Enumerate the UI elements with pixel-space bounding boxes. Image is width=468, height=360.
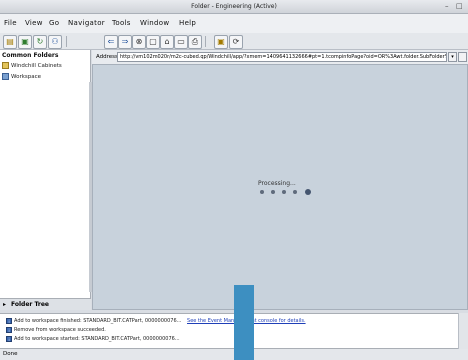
sidebar-item-label: Workspace — [11, 74, 42, 80]
address-input[interactable]: http://vm102m020r/m2c-cubed.qp/Windchill… — [117, 52, 447, 62]
status-text: Done — [3, 351, 18, 357]
folder-icon[interactable]: ▤ — [3, 35, 17, 49]
spinner-dot — [271, 190, 275, 194]
window-title: Folder - Engineering (Active) — [191, 3, 277, 10]
overlay-bar — [234, 285, 254, 360]
message-text: Add to workspace finished: STANDARD_BIT.… — [14, 318, 182, 324]
menu-navigator[interactable]: Navigator — [68, 19, 105, 27]
toolbar-separator — [66, 36, 67, 47]
sidebar: Common Folders Windchill Cabinets Worksp… — [0, 50, 91, 310]
sidebar-item-workspace[interactable]: Workspace — [2, 73, 41, 80]
stop-icon[interactable]: ⊗ — [132, 35, 146, 49]
menu-bar: File View Go Navigator Tools Window Help — [0, 14, 468, 33]
address-label: Address — [96, 54, 118, 60]
maximize-button[interactable]: □ — [456, 2, 463, 10]
menu-go[interactable]: Go — [49, 19, 59, 27]
message-row: Add to workspace finished: STANDARD_BIT.… — [14, 318, 306, 324]
back-icon[interactable]: ⇐ — [104, 35, 118, 49]
menu-tools[interactable]: Tools — [112, 19, 131, 27]
title-bar: Folder - Engineering (Active) – □ — [0, 0, 468, 14]
menu-help[interactable]: Help — [179, 19, 196, 27]
main-content — [92, 64, 468, 310]
sidebar-header: Common Folders — [2, 52, 59, 59]
info-icon: i — [6, 318, 12, 324]
workspace-icon — [2, 73, 9, 80]
address-dropdown-icon[interactable]: ▾ — [448, 52, 457, 62]
toolbar-separator — [205, 36, 206, 47]
users-icon[interactable]: ⚇ — [48, 35, 62, 49]
message-row: Add to workspace started: STANDARD_BIT.C… — [14, 336, 180, 342]
processing-label: Processing... — [258, 180, 296, 187]
home-icon[interactable]: ⌂ — [160, 35, 174, 49]
spinner-dot — [282, 190, 286, 194]
forward-icon[interactable]: ⇒ — [118, 35, 132, 49]
spinner-dot-active — [305, 189, 311, 195]
save-icon[interactable]: ▣ — [18, 35, 32, 49]
cabinet-icon — [2, 62, 9, 69]
toolbar: ▤ ▣ ↻ ⚇ ⇐ ⇒ ⊗ ▢ ⌂ ▭ ⎙ ▣ ⟳ — [0, 33, 468, 50]
address-bar: Address http://vm102m020r/m2c-cubed.qp/W… — [92, 50, 468, 64]
message-scrollbar[interactable] — [458, 313, 468, 349]
info-icon: i — [6, 327, 12, 333]
search-icon[interactable]: ⟳ — [229, 35, 243, 49]
menu-view[interactable]: View — [25, 19, 43, 27]
new-folder-icon[interactable]: ▣ — [214, 35, 228, 49]
go-button[interactable] — [458, 52, 467, 62]
sidebar-item-windchill-cabinets[interactable]: Windchill Cabinets — [2, 62, 62, 69]
menu-window[interactable]: Window — [140, 19, 169, 27]
folder-tree-toggle[interactable]: ▸ Folder Tree — [0, 298, 91, 310]
reload-icon[interactable]: ▢ — [146, 35, 160, 49]
print-icon[interactable]: ⎙ — [188, 35, 202, 49]
info-icon: i — [6, 336, 12, 342]
message-row: Remove from workspace succeeded. — [14, 327, 106, 333]
chevron-right-icon: ▸ — [3, 301, 7, 308]
spinner-dot — [293, 190, 297, 194]
refresh-icon[interactable]: ↻ — [33, 35, 47, 49]
menu-file[interactable]: File — [4, 19, 17, 27]
minimize-button[interactable]: – — [445, 2, 449, 10]
sidebar-item-label: Windchill Cabinets — [11, 63, 62, 69]
bookmark-icon[interactable]: ▭ — [174, 35, 188, 49]
spinner-dot — [260, 190, 264, 194]
folder-tree-label: Folder Tree — [11, 301, 49, 308]
